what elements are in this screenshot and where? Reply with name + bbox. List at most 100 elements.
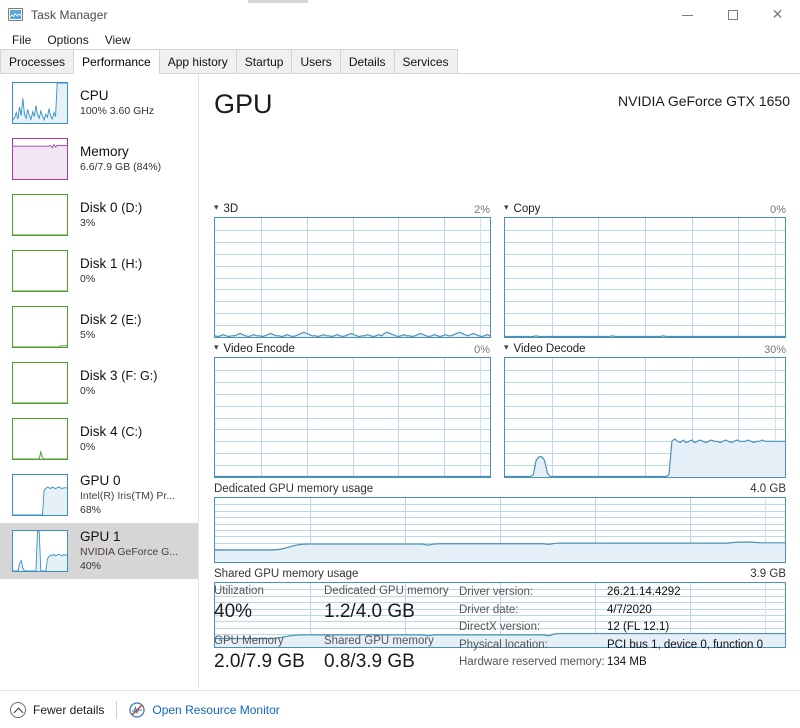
info-key-driver-version: Driver version: bbox=[459, 586, 534, 598]
stat-dedicated: Dedicated GPU memory 1.2/4.0 GB Shared G… bbox=[324, 583, 459, 675]
sidebar-value-disk-1: 0% bbox=[80, 273, 96, 285]
gpu-device-name: NVIDIA GeForce GTX 1650 bbox=[618, 93, 790, 109]
info-row-physical-location: Physical location: PCI bus 1, device 0, … bbox=[459, 637, 799, 655]
info-value-driver-version: 26.21.14.4292 bbox=[607, 586, 681, 598]
sidebar-item-gpu-1[interactable]: GPU 1 NVIDIA GeForce G... 40% bbox=[0, 523, 198, 579]
chevron-up-circle-icon[interactable] bbox=[10, 701, 26, 718]
title-bar: Task Manager ✕ bbox=[0, 0, 800, 30]
sidebar-drive-disk-1: (H:) bbox=[121, 257, 143, 271]
sidebar-item-gpu-0[interactable]: GPU 0 Intel(R) Iris(TM) Pr... 68% bbox=[0, 467, 198, 523]
info-value-physical-location: PCI bus 1, device 0, function 0 bbox=[607, 638, 763, 651]
sidebar-item-disk-2[interactable]: Disk 2 (E:) 5% bbox=[0, 299, 198, 355]
engine-label-3d[interactable]: ▾ 3D bbox=[214, 203, 238, 215]
minimize-button[interactable] bbox=[665, 0, 710, 30]
fewer-details-label: Fewer details bbox=[33, 702, 105, 717]
info-row-driver-version: Driver version: 26.21.14.4292 bbox=[459, 584, 799, 602]
tab-details[interactable]: Details bbox=[339, 49, 395, 73]
engine-name-3d: 3D bbox=[223, 203, 239, 215]
sidebar-item-memory[interactable]: Memory 6.6/7.9 GB (84%) bbox=[0, 131, 198, 187]
engine-value-video-decode: 30% bbox=[763, 344, 786, 356]
engine-label-copy[interactable]: ▾ Copy bbox=[504, 203, 540, 215]
graph-copy bbox=[504, 217, 786, 338]
sidebar-title-disk-0: Disk 0 bbox=[80, 200, 118, 215]
chevron-down-icon-video-decode[interactable]: ▾ bbox=[504, 343, 509, 353]
stat-label-utilization: Utilization bbox=[214, 585, 264, 597]
sidebar-title-gpu-0: GPU 0 bbox=[80, 473, 121, 488]
engine-name-video-encode: Video Encode bbox=[223, 343, 295, 355]
sidebar-value-disk-2: 5% bbox=[80, 329, 96, 341]
disk0-thumbnail-graph bbox=[12, 194, 68, 236]
task-manager-window: Task Manager ✕ File Options View Process… bbox=[0, 0, 800, 728]
sidebar-item-disk-3[interactable]: Disk 3 (F: G:) 0% bbox=[0, 355, 198, 411]
info-row-hardware-reserved-memory: Hardware reserved memory: 134 MB bbox=[459, 654, 799, 672]
stat-value-utilization: 40% bbox=[214, 601, 253, 622]
engine-label-video-encode[interactable]: ▾ Video Encode bbox=[214, 343, 295, 355]
tab-app-history[interactable]: App history bbox=[158, 49, 237, 73]
info-key-directx-version: DirectX version: bbox=[459, 621, 541, 633]
fewer-details-button[interactable]: Fewer details bbox=[10, 701, 105, 718]
tab-processes[interactable]: Processes bbox=[0, 49, 75, 73]
engine-label-video-decode[interactable]: ▾ Video Decode bbox=[504, 343, 586, 355]
sidebar-drive-disk-0: (D:) bbox=[121, 201, 143, 215]
menu-options[interactable]: Options bbox=[39, 31, 96, 49]
performance-sidebar[interactable]: CPU 100% 3.60 GHz Memory 6.6/7.9 GB (84%… bbox=[0, 75, 199, 689]
menu-file[interactable]: File bbox=[4, 31, 39, 49]
dedicated-memory-label: Dedicated GPU memory usage bbox=[214, 483, 374, 495]
gpu1-thumbnail-graph bbox=[12, 530, 68, 572]
dedicated-memory-max: 4.0 GB bbox=[750, 483, 786, 495]
status-bar: Fewer details Open Resource Monitor bbox=[0, 690, 800, 728]
sidebar-item-cpu[interactable]: CPU 100% 3.60 GHz bbox=[0, 75, 198, 131]
sidebar-value-gpu-1: 40% bbox=[80, 560, 102, 572]
sidebar-title-memory: Memory bbox=[80, 144, 129, 159]
sidebar-value-memory: 6.6/7.9 GB (84%) bbox=[80, 161, 162, 173]
gpu-stats: Utilization 40% GPU Memory 2.0/7.9 GB De… bbox=[214, 583, 800, 683]
engine-name-video-decode: Video Decode bbox=[513, 343, 586, 355]
graph-dedicated-memory bbox=[214, 497, 786, 563]
disk2-thumbnail-graph bbox=[12, 306, 68, 348]
tab-startup[interactable]: Startup bbox=[235, 49, 293, 73]
sidebar-model-gpu-1: NVIDIA GeForce G... bbox=[80, 546, 179, 558]
memory-thumbnail-graph bbox=[12, 138, 68, 180]
stat-value-dedicated-gpu-memory: 1.2/4.0 GB bbox=[324, 601, 415, 622]
stat-label-gpu-memory: GPU Memory bbox=[214, 635, 284, 647]
info-row-directx-version: DirectX version: 12 (FL 12.1) bbox=[459, 619, 799, 637]
resource-monitor-icon bbox=[129, 701, 146, 718]
gpu-info-table: Driver version: 26.21.14.4292 Driver dat… bbox=[459, 584, 799, 672]
tab-services[interactable]: Services bbox=[393, 49, 458, 73]
sidebar-value-disk-3: 0% bbox=[80, 385, 96, 397]
tab-users[interactable]: Users bbox=[291, 49, 341, 73]
menu-view[interactable]: View bbox=[97, 31, 139, 49]
stat-label-shared-gpu-memory: Shared GPU memory bbox=[324, 635, 434, 647]
menu-bar: File Options View bbox=[0, 30, 800, 50]
maximize-button[interactable] bbox=[710, 0, 755, 30]
sidebar-title-disk-3: Disk 3 bbox=[80, 368, 118, 383]
chevron-down-icon-video-encode[interactable]: ▾ bbox=[214, 343, 219, 353]
disk4-thumbnail-graph bbox=[12, 418, 68, 460]
sidebar-title-disk-1: Disk 1 bbox=[80, 256, 118, 271]
engine-name-copy: Copy bbox=[513, 203, 541, 215]
sidebar-value-disk-4: 0% bbox=[80, 441, 96, 453]
info-row-driver-date: Driver date: 4/7/2020 bbox=[459, 602, 799, 620]
disk3-thumbnail-graph bbox=[12, 362, 68, 404]
sidebar-item-disk-4[interactable]: Disk 4 (C:) 0% bbox=[0, 411, 198, 467]
info-key-physical-location: Physical location: bbox=[459, 638, 548, 651]
info-value-hardware-reserved-memory: 134 MB bbox=[607, 656, 647, 668]
tab-performance[interactable]: Performance bbox=[73, 49, 160, 74]
graph-video-encode bbox=[214, 357, 491, 478]
sidebar-item-disk-0[interactable]: Disk 0 (D:) 3% bbox=[0, 187, 198, 243]
window-controls: ✕ bbox=[665, 0, 800, 30]
stat-label-dedicated-gpu-memory: Dedicated GPU memory bbox=[324, 585, 449, 597]
engine-value-video-encode: 0% bbox=[474, 344, 490, 356]
sidebar-title-disk-4: Disk 4 bbox=[80, 424, 118, 439]
close-button[interactable]: ✕ bbox=[755, 0, 800, 30]
info-key-hardware-reserved-memory: Hardware reserved memory: bbox=[459, 656, 605, 668]
info-value-driver-date: 4/7/2020 bbox=[607, 603, 652, 616]
chevron-down-icon-copy[interactable]: ▾ bbox=[504, 203, 509, 213]
status-divider bbox=[116, 700, 118, 719]
sidebar-model-gpu-0: Intel(R) Iris(TM) Pr... bbox=[80, 490, 176, 502]
chevron-down-icon-3d[interactable]: ▾ bbox=[214, 203, 219, 213]
open-resource-monitor-link[interactable]: Open Resource Monitor bbox=[129, 701, 280, 718]
gpu0-thumbnail-graph bbox=[12, 474, 68, 516]
stat-value-gpu-memory: 2.0/7.9 GB bbox=[214, 651, 305, 672]
sidebar-item-disk-1[interactable]: Disk 1 (H:) 0% bbox=[0, 243, 198, 299]
